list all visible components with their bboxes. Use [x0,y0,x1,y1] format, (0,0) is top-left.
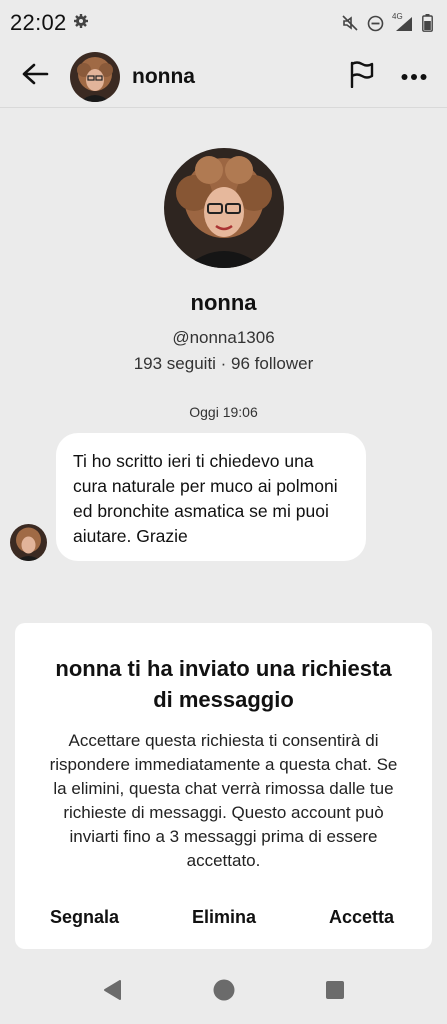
request-description: Accettare questa richiesta ti consentirà… [49,731,398,870]
dnd-icon [367,15,384,32]
header-actions [349,60,447,93]
chat-header: nonna [0,46,447,108]
home-circle-icon [213,979,235,1006]
network-label: 4G [392,12,403,21]
nav-back-button[interactable] [82,960,142,1024]
report-button[interactable]: Segnala [50,907,119,928]
profile-handle: @nonna1306 [172,328,275,347]
back-arrow-icon [21,62,49,91]
message-avatar[interactable] [10,524,47,561]
avatar[interactable] [70,51,120,102]
accept-button[interactable]: Accetta [329,907,394,928]
battery-icon [422,14,433,32]
header-name: nonna [132,64,195,88]
request-actions: Segnala Elimina Accetta [15,907,432,937]
status-bar: 22:02 4G [0,0,447,46]
message-bubble[interactable]: Ti ho scritto ieri ti chiedevo una cura … [56,433,366,561]
more-icon[interactable] [401,68,427,86]
recents-square-icon [325,980,345,1005]
status-time: 22:02 [10,10,67,35]
status-left: 22:02 [10,10,89,36]
status-right: 4G [341,12,433,32]
profile-section: nonna @nonna1306 193 seguiti · 96 follow… [0,148,447,374]
profile-avatar[interactable] [163,148,284,268]
back-button[interactable] [0,46,70,108]
message-request-card: nonna ti ha inviato una richiesta di mes… [15,623,432,949]
system-nav-bar [0,960,447,1024]
message-timestamp: Oggi 19:06 [189,404,258,420]
signal-icon: 4G [392,12,414,32]
nav-home-button[interactable] [194,960,254,1024]
profile-name: nonna [190,290,257,315]
delete-button[interactable]: Elimina [192,907,256,928]
request-title: nonna ti ha inviato una richiesta di mes… [55,656,392,712]
flag-icon[interactable] [349,60,375,93]
mute-icon [341,14,359,32]
profile-stats: 193 seguiti · 96 follower [133,354,314,373]
back-triangle-icon [102,979,122,1006]
nav-recents-button[interactable] [305,960,365,1024]
gear-icon [73,13,89,34]
